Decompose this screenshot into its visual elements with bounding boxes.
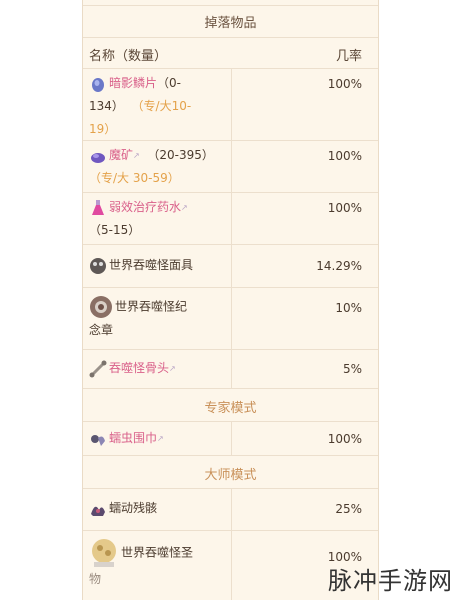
table-title: 掉落物品	[204, 16, 257, 31]
site-watermark: 脉冲手游网	[328, 567, 453, 595]
drop-rate: 100%	[327, 77, 362, 91]
column-rate-header: 几率	[335, 49, 362, 64]
column-name-header: 名称（数量）	[89, 49, 168, 64]
item-cell: 世界吞噬怪纪 念章	[89, 295, 229, 342]
table-row: 世界吞噬怪面具 14.29%	[83, 244, 378, 287]
eater-relic-icon	[89, 538, 119, 568]
item-cell: 蠕虫围巾↗	[89, 427, 229, 450]
table-title-row: 掉落物品	[83, 5, 378, 37]
external-link-icon: ↗	[181, 203, 188, 212]
eater-mask-icon	[89, 257, 107, 275]
expert-mode-title: 专家模式	[204, 401, 257, 416]
item-cell: 蠕动残骸	[89, 497, 229, 520]
table-row: 暗影鳞片（0- 134） （专/大10- 19） 100%	[83, 68, 378, 140]
item-cell: 吞噬怪骨头↗	[89, 357, 229, 380]
item-cell: 世界吞噬怪圣 物	[89, 538, 229, 591]
item-link[interactable]: 蠕虫围巾	[109, 431, 157, 445]
lesser-healing-potion-icon	[89, 199, 107, 217]
drop-rate: 25%	[335, 502, 362, 516]
drop-rate: 100%	[327, 432, 362, 446]
writhing-remains-icon	[89, 500, 107, 518]
drop-rate: 14.29%	[316, 259, 362, 273]
master-mode-header-row: 大师模式	[83, 455, 378, 488]
column-header-row: 名称（数量） 几率	[83, 37, 378, 68]
table-row: 世界吞噬怪纪 念章 10%	[83, 287, 378, 349]
item-cell: 魔矿↗ （20-395） （专/大 30-59）	[89, 147, 214, 185]
table-row: 魔矿↗ （20-395） （专/大 30-59） 100%	[83, 140, 378, 192]
item-link[interactable]: 暗影鳞片	[109, 76, 157, 90]
item-link[interactable]: 魔矿	[109, 148, 133, 162]
external-link-icon: ↗	[157, 434, 164, 443]
external-link-icon: ↗	[169, 364, 176, 373]
item-cell: 弱效治疗药水↗ （5-15）	[89, 199, 188, 237]
demonite-ore-icon	[89, 147, 107, 165]
table-row: 蠕动残骸 25%	[83, 488, 378, 530]
item-link[interactable]: 弱效治疗药水	[109, 200, 181, 214]
table-row: 吞噬怪骨头↗ 5%	[83, 349, 378, 388]
drop-rate: 100%	[327, 149, 362, 163]
eater-trophy-icon	[89, 295, 113, 319]
drop-rate: 10%	[335, 301, 362, 315]
drop-rate: 100%	[327, 201, 362, 215]
table-row: 弱效治疗药水↗ （5-15） 100%	[83, 192, 378, 244]
drop-rate: 5%	[342, 362, 362, 376]
eater-bone-icon	[89, 360, 107, 378]
item-cell: 世界吞噬怪面具	[89, 254, 229, 277]
external-link-icon: ↗	[133, 151, 140, 160]
item-cell: 暗影鳞片（0- 134） （专/大10- 19）	[89, 75, 192, 136]
shadow-scale-icon	[89, 75, 107, 93]
worm-scarf-icon	[89, 430, 107, 448]
drop-table: 掉落物品 名称（数量） 几率 暗影鳞片（0- 134） （专/大10- 19） …	[82, 0, 379, 600]
expert-mode-header-row: 专家模式	[83, 388, 378, 421]
master-mode-title: 大师模式	[204, 468, 257, 483]
table-row: 蠕虫围巾↗ 100%	[83, 421, 378, 455]
item-link[interactable]: 吞噬怪骨头	[109, 361, 169, 375]
